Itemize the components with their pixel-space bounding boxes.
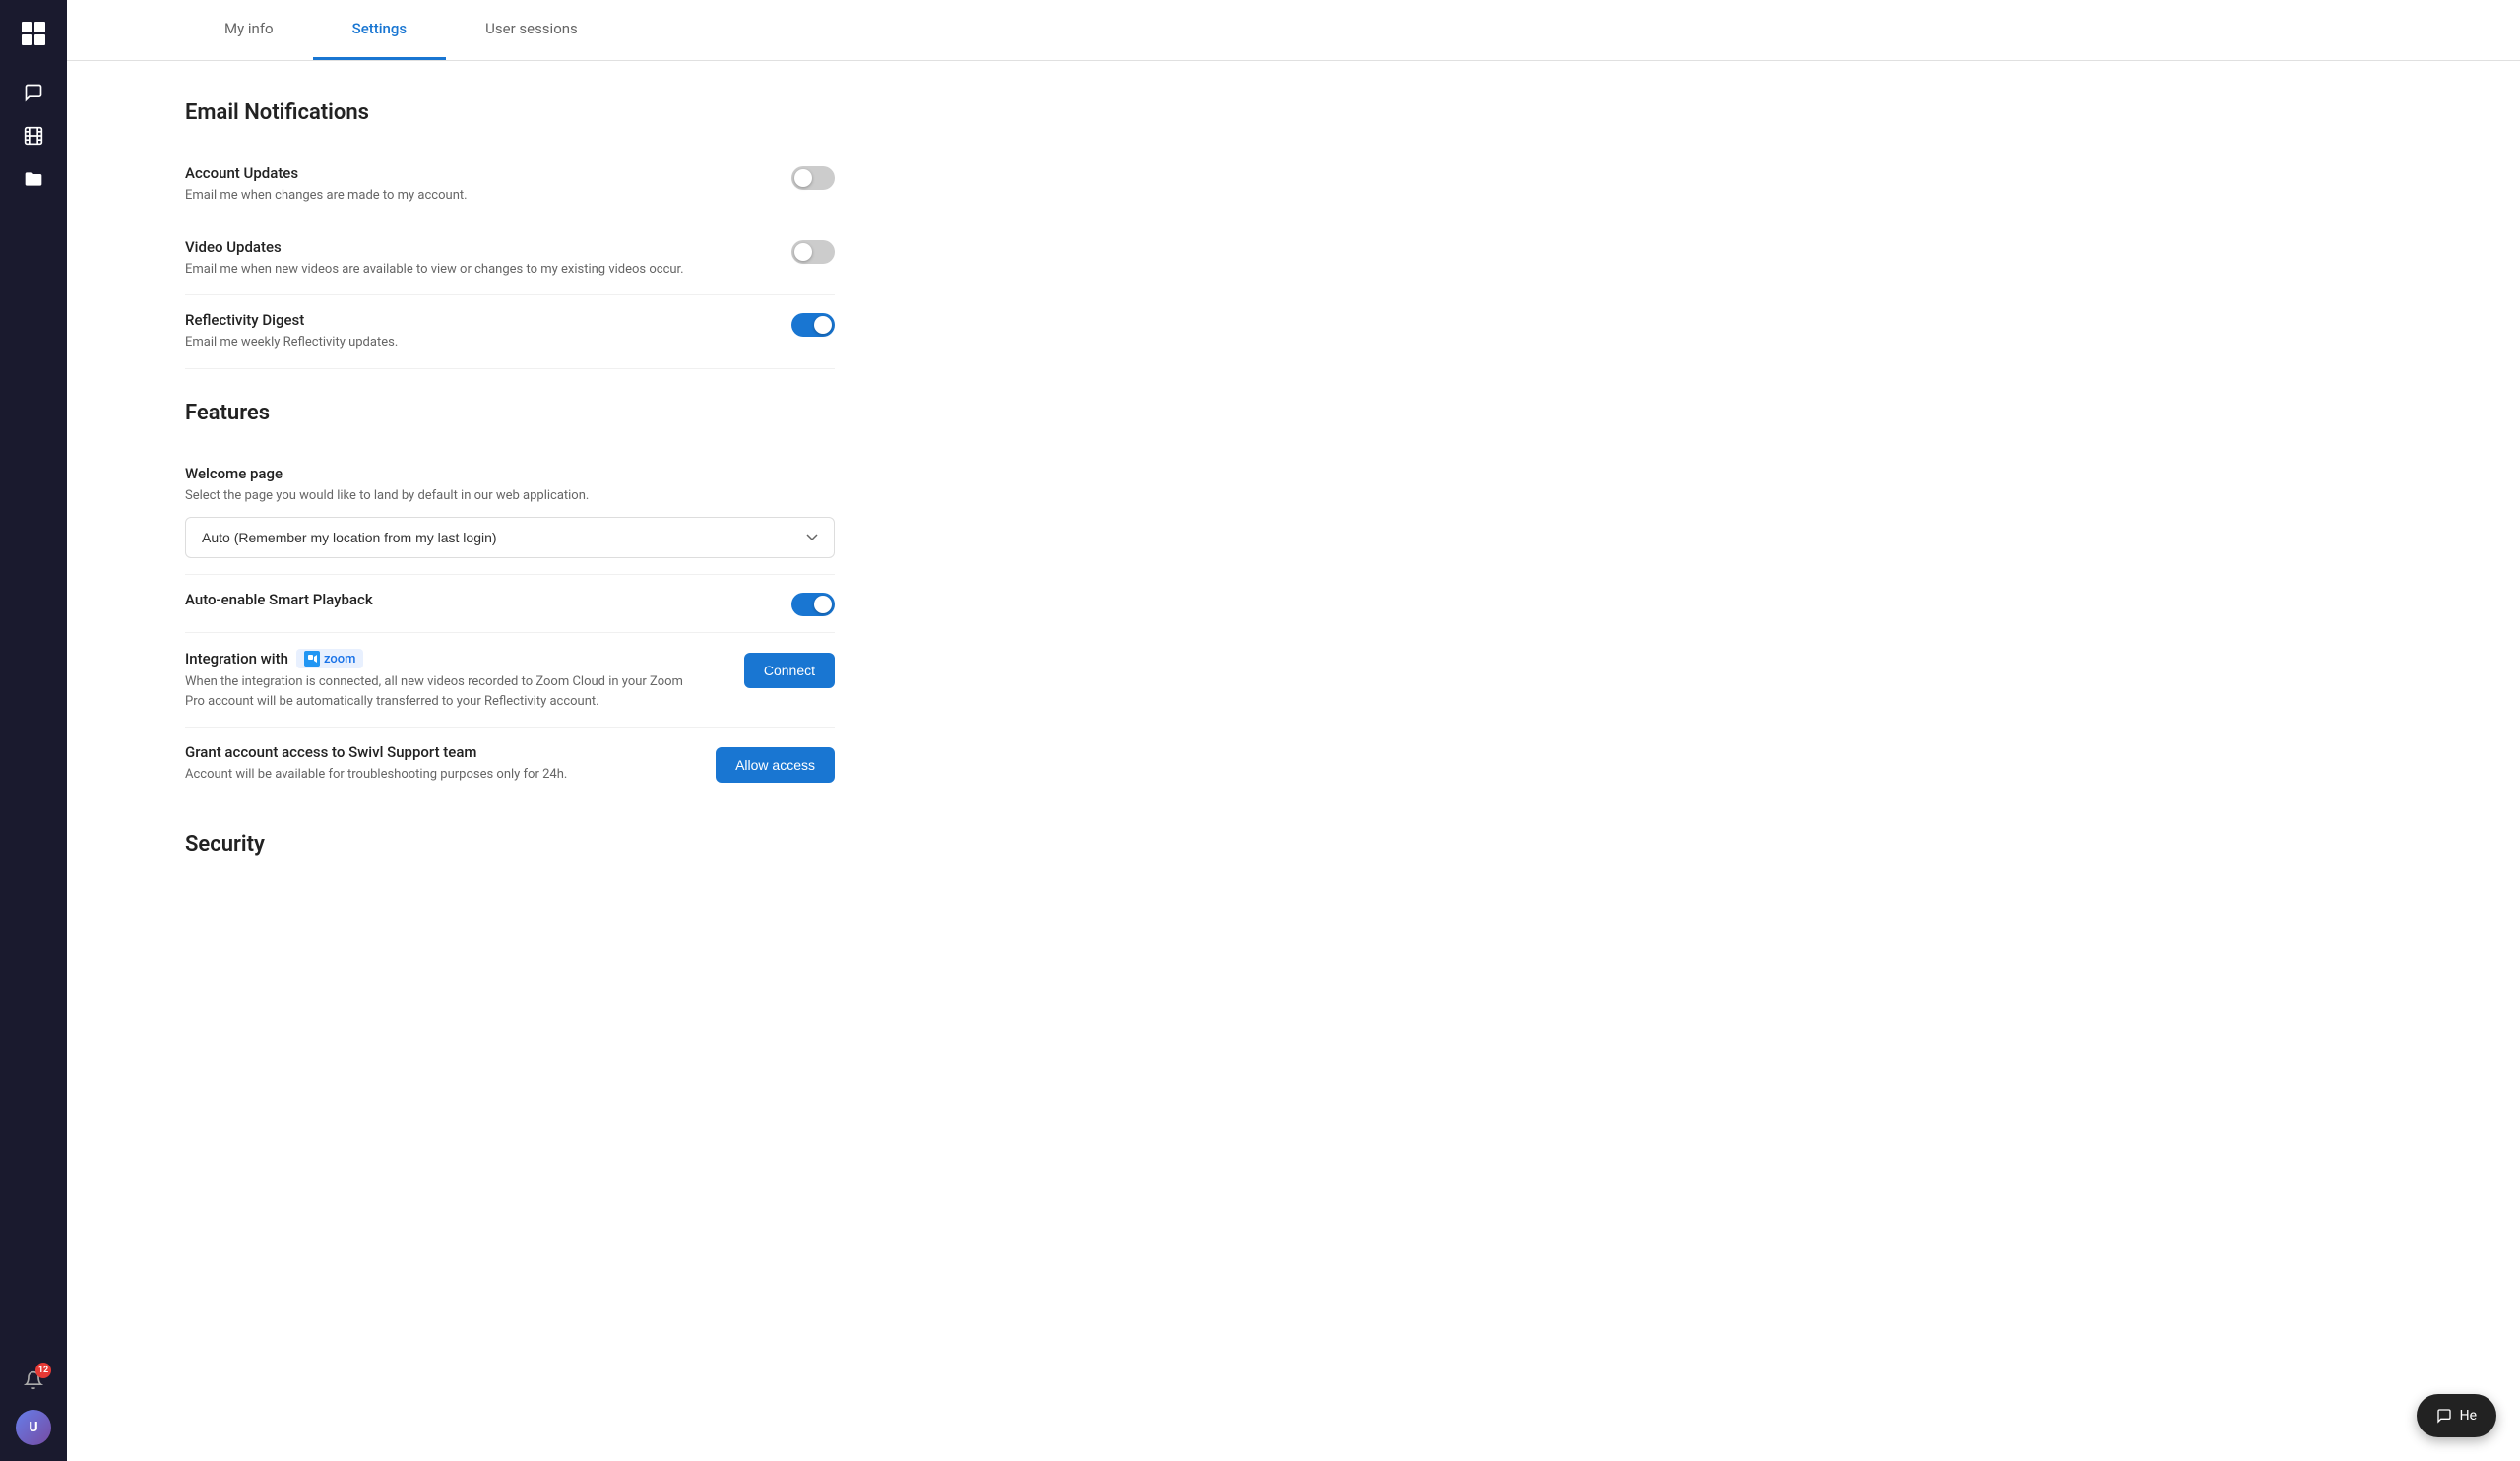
smart-playback-toggle[interactable] bbox=[791, 593, 835, 616]
account-updates-label: Account Updates bbox=[185, 164, 752, 182]
features-title: Features bbox=[185, 401, 835, 425]
account-updates-toggle[interactable] bbox=[791, 166, 835, 190]
welcome-page-dropdown[interactable]: Auto (Remember my location from my last … bbox=[185, 517, 835, 558]
account-updates-row: Account Updates Email me when changes ar… bbox=[185, 149, 835, 222]
reflectivity-digest-description: Email me weekly Reflectivity updates. bbox=[185, 333, 752, 352]
zoom-badge: zoom bbox=[296, 649, 364, 668]
tab-user-sessions[interactable]: User sessions bbox=[446, 0, 617, 60]
logo[interactable] bbox=[16, 16, 51, 51]
zoom-integration-row: Integration with zoom When the integr bbox=[185, 633, 835, 728]
sidebar-item-folder[interactable] bbox=[16, 161, 51, 197]
help-button[interactable]: He bbox=[2417, 1394, 2496, 1437]
tabs-bar: My info Settings User sessions bbox=[67, 0, 2520, 61]
security-section: Security bbox=[185, 832, 835, 857]
sidebar-item-film[interactable] bbox=[16, 118, 51, 154]
avatar[interactable]: U bbox=[16, 1410, 51, 1445]
reflectivity-digest-label: Reflectivity Digest bbox=[185, 311, 752, 329]
notification-count: 12 bbox=[35, 1363, 51, 1378]
connect-button[interactable]: Connect bbox=[744, 653, 835, 688]
welcome-page-description: Select the page you would like to land b… bbox=[185, 486, 589, 506]
allow-access-button[interactable]: Allow access bbox=[716, 747, 835, 783]
welcome-page-dropdown-wrapper: Auto (Remember my location from my last … bbox=[185, 517, 835, 558]
sidebar: 12 U bbox=[0, 0, 67, 1461]
grant-access-description: Account will be available for troublesho… bbox=[185, 765, 676, 785]
smart-playback-label: Auto-enable Smart Playback bbox=[185, 591, 752, 608]
account-updates-description: Email me when changes are made to my acc… bbox=[185, 186, 752, 206]
tab-settings[interactable]: Settings bbox=[313, 0, 447, 60]
help-label: He bbox=[2460, 1408, 2477, 1424]
welcome-page-row: Welcome page Select the page you would l… bbox=[185, 449, 835, 576]
main-content: My info Settings User sessions Email Not… bbox=[67, 0, 2520, 1461]
grant-access-row: Grant account access to Swivl Support te… bbox=[185, 728, 835, 800]
video-updates-row: Video Updates Email me when new videos a… bbox=[185, 222, 835, 296]
zoom-label: Integration with zoom bbox=[185, 649, 705, 668]
video-updates-toggle[interactable] bbox=[791, 240, 835, 264]
tab-my-info[interactable]: My info bbox=[185, 0, 313, 60]
features-section: Features Welcome page Select the page yo… bbox=[185, 401, 835, 800]
notification-bell[interactable]: 12 bbox=[16, 1363, 51, 1398]
zoom-description: When the integration is connected, all n… bbox=[185, 672, 705, 711]
smart-playback-row: Auto-enable Smart Playback bbox=[185, 575, 835, 633]
video-updates-description: Email me when new videos are available t… bbox=[185, 260, 752, 280]
reflectivity-digest-toggle[interactable] bbox=[791, 313, 835, 337]
video-updates-label: Video Updates bbox=[185, 238, 752, 256]
settings-panel: Email Notifications Account Updates Emai… bbox=[67, 61, 953, 920]
welcome-page-label: Welcome page bbox=[185, 465, 283, 482]
reflectivity-digest-row: Reflectivity Digest Email me weekly Refl… bbox=[185, 295, 835, 369]
grant-access-label: Grant account access to Swivl Support te… bbox=[185, 743, 676, 761]
security-title: Security bbox=[185, 832, 835, 857]
zoom-icon bbox=[304, 651, 320, 667]
zoom-text: zoom bbox=[324, 652, 356, 667]
sidebar-item-chat[interactable] bbox=[16, 75, 51, 110]
email-notifications-title: Email Notifications bbox=[185, 100, 835, 125]
